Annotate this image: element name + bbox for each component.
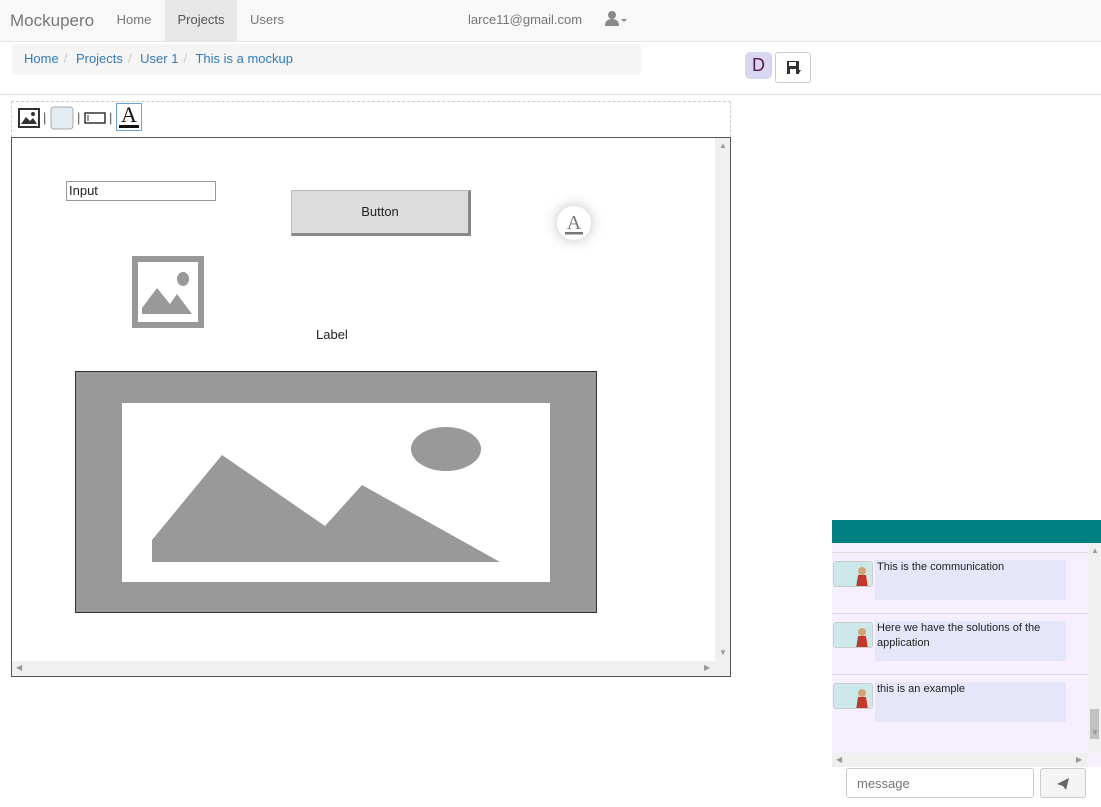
chat-message: Here we have the solutions of the applic… bbox=[832, 613, 1088, 674]
mock-label[interactable]: Label bbox=[316, 327, 348, 342]
mock-text-element[interactable]: A bbox=[557, 206, 591, 240]
input-tool-icon bbox=[84, 112, 106, 124]
scroll-right-icon[interactable]: ▶ bbox=[704, 664, 710, 672]
chat-vertical-scrollbar[interactable]: ▲ ▼ bbox=[1088, 543, 1101, 753]
text-icon: A bbox=[565, 212, 583, 235]
mockup-canvas[interactable]: Input Button A Label ▲ ▼ ◀ ▶ bbox=[11, 137, 731, 677]
brand-logo[interactable]: Mockupero bbox=[10, 11, 94, 31]
button-tool-button[interactable] bbox=[50, 106, 74, 133]
breadcrumb-separator: / bbox=[183, 51, 188, 66]
save-icon bbox=[787, 61, 801, 74]
send-button[interactable] bbox=[1040, 768, 1086, 798]
send-icon bbox=[1057, 778, 1069, 790]
breadcrumb-home[interactable]: Home bbox=[24, 51, 59, 66]
scroll-down-icon[interactable]: ▼ bbox=[1091, 729, 1099, 737]
user-icon bbox=[605, 11, 627, 26]
chat-message-text: this is an example bbox=[875, 682, 1066, 722]
top-navbar: Mockupero Home Projects Users larce11@gm… bbox=[0, 0, 1101, 42]
chat-message-text: Here we have the solutions of the applic… bbox=[875, 621, 1066, 661]
toolbar-separator: | bbox=[77, 110, 81, 125]
breadcrumb: Home / Projects / User 1 / This is a mockup bbox=[12, 44, 641, 75]
scroll-left-icon[interactable]: ◀ bbox=[836, 756, 842, 764]
text-tool-button[interactable]: A bbox=[116, 102, 142, 134]
mock-image-large[interactable] bbox=[75, 371, 597, 613]
image-placeholder-icon bbox=[76, 372, 596, 612]
divider bbox=[0, 94, 1101, 95]
scroll-up-icon[interactable]: ▲ bbox=[719, 142, 727, 150]
mock-image-small[interactable] bbox=[132, 256, 204, 328]
svg-text:A: A bbox=[121, 103, 137, 127]
user-email: larce11@gmail.com bbox=[468, 12, 583, 27]
text-tool-icon: A bbox=[116, 102, 142, 131]
chat-message-list: This is the communication Here we have t… bbox=[832, 543, 1101, 767]
mock-button[interactable]: Button bbox=[291, 190, 471, 236]
toolbar-separator: | bbox=[43, 110, 47, 125]
scroll-down-icon[interactable]: ▼ bbox=[719, 649, 727, 657]
scroll-up-icon[interactable]: ▲ bbox=[1091, 547, 1099, 555]
breadcrumb-separator: / bbox=[127, 51, 132, 66]
caret-down-icon bbox=[621, 19, 627, 22]
chat-message-input[interactable] bbox=[846, 768, 1034, 798]
breadcrumb-projects[interactable]: Projects bbox=[76, 51, 123, 66]
avatar bbox=[833, 622, 873, 648]
image-tool-icon bbox=[18, 108, 40, 128]
chat-header[interactable] bbox=[832, 520, 1101, 543]
collaborator-avatar[interactable]: D bbox=[745, 52, 772, 79]
chat-message-text: This is the communication bbox=[875, 560, 1066, 600]
scroll-left-icon[interactable]: ◀ bbox=[16, 664, 22, 672]
svg-text:A: A bbox=[567, 212, 582, 234]
input-tool-button[interactable] bbox=[84, 112, 106, 127]
image-tool-button[interactable] bbox=[18, 107, 40, 132]
chat-message: this is an example bbox=[832, 674, 1088, 735]
chat-horizontal-scrollbar[interactable]: ◀ ▶ bbox=[832, 753, 1088, 767]
avatar bbox=[833, 561, 873, 587]
avatar bbox=[833, 683, 873, 709]
toolbar-separator: | bbox=[109, 110, 113, 125]
canvas-horizontal-scrollbar[interactable]: ◀ ▶ bbox=[12, 661, 730, 676]
mock-input-field[interactable]: Input bbox=[66, 181, 216, 201]
save-button[interactable] bbox=[775, 52, 811, 83]
breadcrumb-user[interactable]: User 1 bbox=[140, 51, 178, 66]
breadcrumb-separator: / bbox=[63, 51, 68, 66]
image-placeholder-icon bbox=[132, 256, 204, 328]
canvas-vertical-scrollbar[interactable]: ▲ ▼ bbox=[715, 138, 730, 661]
component-toolbar: | | | A bbox=[11, 101, 731, 137]
user-menu-dropdown[interactable] bbox=[604, 10, 630, 30]
scroll-right-icon[interactable]: ▶ bbox=[1076, 756, 1082, 764]
nav-home[interactable]: Home bbox=[104, 0, 164, 42]
chat-message: This is the communication bbox=[832, 552, 1088, 613]
nav-projects[interactable]: Projects bbox=[165, 0, 237, 42]
breadcrumb-mockup[interactable]: This is a mockup bbox=[195, 51, 293, 66]
button-tool-icon bbox=[50, 106, 74, 130]
nav-users[interactable]: Users bbox=[238, 0, 296, 42]
